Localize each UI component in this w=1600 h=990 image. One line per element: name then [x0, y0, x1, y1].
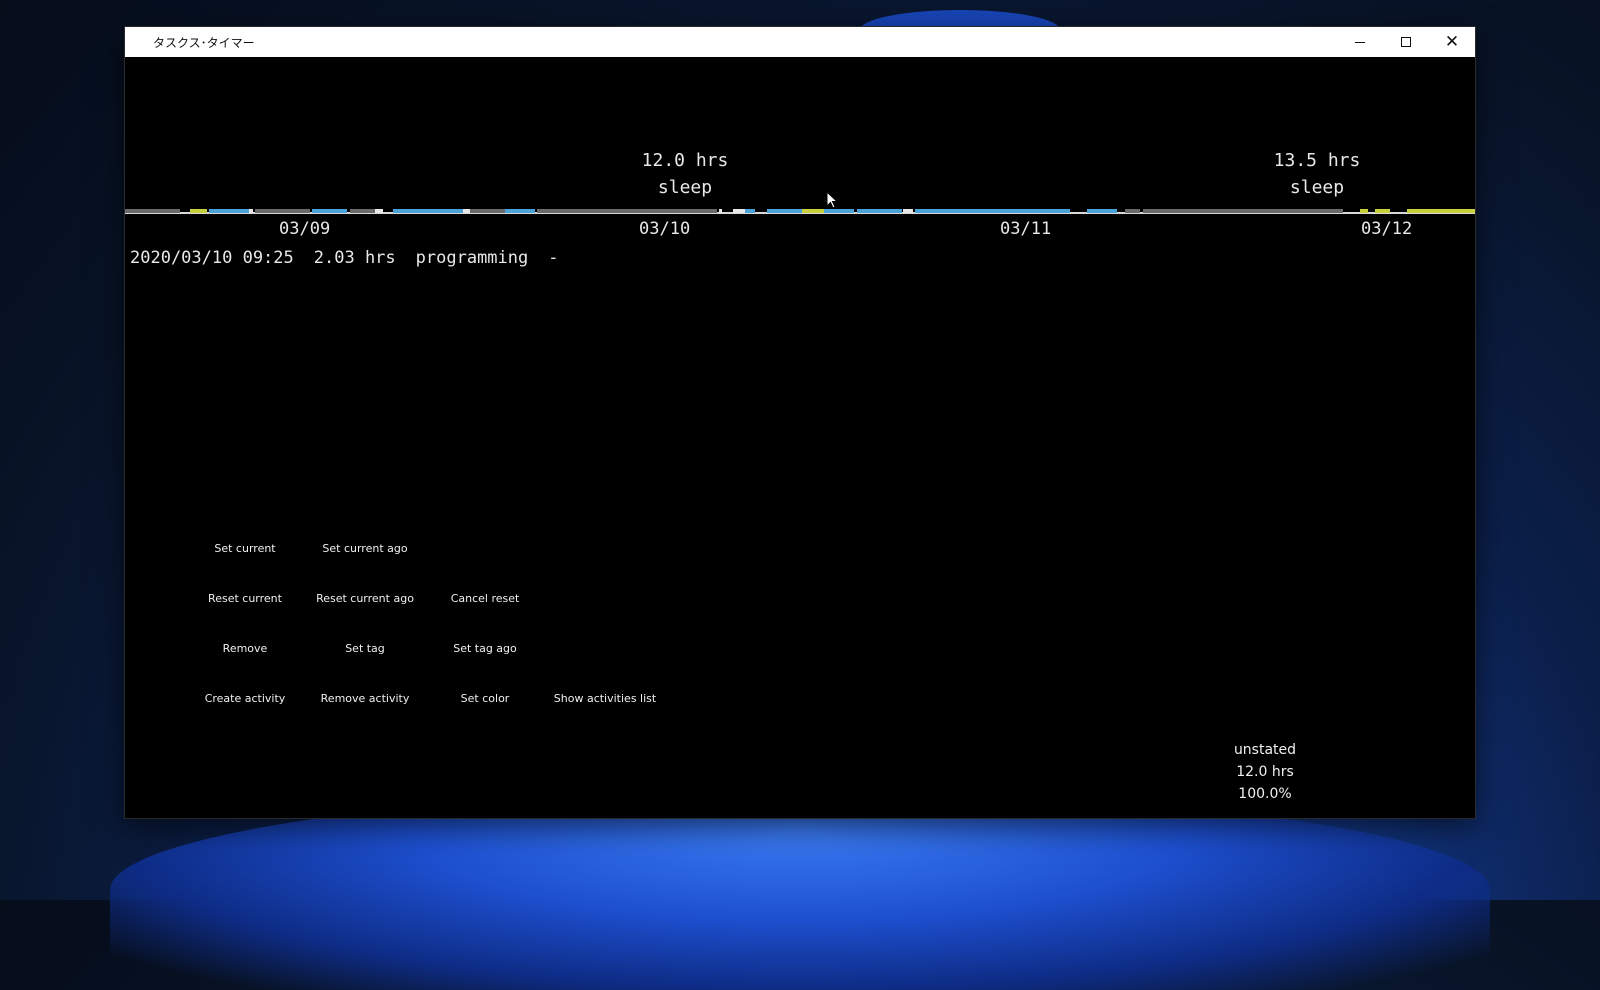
close-button[interactable]: ✕	[1429, 27, 1475, 57]
set-tag-ago-button[interactable]: Set tag ago	[425, 637, 545, 661]
current-activity-row: 2020/03/10 09:25 2.03 hrs programming -	[130, 248, 559, 268]
timeline-segment-programming[interactable]	[767, 209, 802, 213]
minimize-icon	[1355, 41, 1365, 43]
create-activity-button[interactable]: Create activity	[185, 687, 305, 711]
set-color-button[interactable]: Set color	[425, 687, 545, 711]
timeline-segment-programming[interactable]	[745, 209, 755, 213]
timeline-segment-programming[interactable]	[312, 209, 347, 213]
maximize-button[interactable]	[1383, 27, 1429, 57]
set-current-ago-button[interactable]: Set current ago	[305, 537, 425, 561]
timeline-segment-sleep[interactable]	[537, 209, 717, 213]
summary-hours: 12.0 hrs	[641, 150, 729, 171]
timeline-segment-misc[interactable]	[733, 209, 745, 213]
summary-activity: sleep	[1289, 177, 1345, 198]
window-title: タスクス･タイマー	[153, 36, 255, 50]
cancel-reset-button[interactable]: Cancel reset	[425, 587, 545, 611]
app-window: タスクス･タイマー ✕ 12.0 hrs sleep 13.5 hrs slee…	[125, 27, 1475, 818]
timeline-segment-programming[interactable]	[505, 209, 535, 213]
timeline-segment-sleep[interactable]	[350, 209, 375, 213]
date-label: 03/10	[639, 219, 691, 239]
activity-stats: unstated 12.0 hrs 100.0%	[1210, 739, 1320, 805]
timeline-segment-sleep[interactable]	[1143, 209, 1343, 213]
timeline-segment-other[interactable]	[1447, 209, 1475, 213]
timeline-segment-sleep[interactable]	[470, 209, 505, 213]
timeline-segment-programming[interactable]	[393, 209, 463, 213]
sleep-summary-1: 12.0 hrs sleep	[605, 147, 765, 201]
timeline-segment-misc[interactable]	[719, 209, 722, 213]
title-bar[interactable]: タスクス･タイマー ✕	[125, 27, 1475, 57]
summary-activity: sleep	[657, 177, 713, 198]
sleep-summary-2: 13.5 hrs sleep	[1237, 147, 1397, 201]
timeline-segment-programming[interactable]	[209, 209, 249, 213]
timeline-segment-programming[interactable]	[1087, 209, 1117, 213]
set-tag-button[interactable]: Set tag	[305, 637, 425, 661]
timeline-segment-programming[interactable]	[915, 209, 1070, 213]
timeline-segment-other[interactable]	[1360, 209, 1368, 213]
timeline-segment-programming[interactable]	[857, 209, 902, 213]
current-datetime: 2020/03/10 09:25	[130, 248, 294, 268]
reset-current-button[interactable]: Reset current	[185, 587, 305, 611]
timeline-segment-sleep[interactable]	[1125, 209, 1140, 213]
set-current-button[interactable]: Set current	[185, 537, 305, 561]
current-activity: programming	[415, 248, 529, 268]
timeline-segment-other[interactable]	[190, 209, 207, 213]
timeline-segment-sleep[interactable]	[125, 209, 180, 213]
date-label: 03/11	[1000, 219, 1052, 239]
minimize-button[interactable]	[1337, 27, 1383, 57]
reset-current-ago-button[interactable]: Reset current ago	[305, 587, 425, 611]
date-label: 03/12	[1361, 219, 1413, 239]
timeline-segment-other[interactable]	[1407, 209, 1447, 213]
timeline-segment-sleep[interactable]	[255, 209, 310, 213]
remove-button[interactable]: Remove	[185, 637, 305, 661]
stats-hours: 12.0 hrs	[1236, 764, 1294, 780]
show-activities-list-button[interactable]: Show activities list	[545, 687, 665, 711]
activity-timeline[interactable]	[125, 209, 1475, 215]
timeline-segment-misc[interactable]	[249, 209, 253, 213]
timeline-segment-misc[interactable]	[375, 209, 383, 213]
stats-activity: unstated	[1233, 742, 1297, 758]
wallpaper-swirl	[110, 790, 1490, 990]
stats-percent: 100.0%	[1238, 786, 1292, 802]
date-label: 03/09	[279, 219, 331, 239]
timeline-segment-other[interactable]	[802, 209, 824, 213]
timeline-segment-misc[interactable]	[903, 209, 913, 213]
timeline-segment-other[interactable]	[1375, 209, 1390, 213]
timeline-segment-misc[interactable]	[463, 209, 470, 213]
app-content: 12.0 hrs sleep 13.5 hrs sleep 03/09 03/1…	[125, 57, 1475, 818]
current-duration: 2.03 hrs	[313, 248, 396, 268]
maximize-icon	[1401, 37, 1411, 47]
close-icon: ✕	[1444, 31, 1460, 52]
remove-activity-button[interactable]: Remove activity	[305, 687, 425, 711]
summary-hours: 13.5 hrs	[1273, 150, 1361, 171]
current-tag: -	[548, 248, 559, 268]
